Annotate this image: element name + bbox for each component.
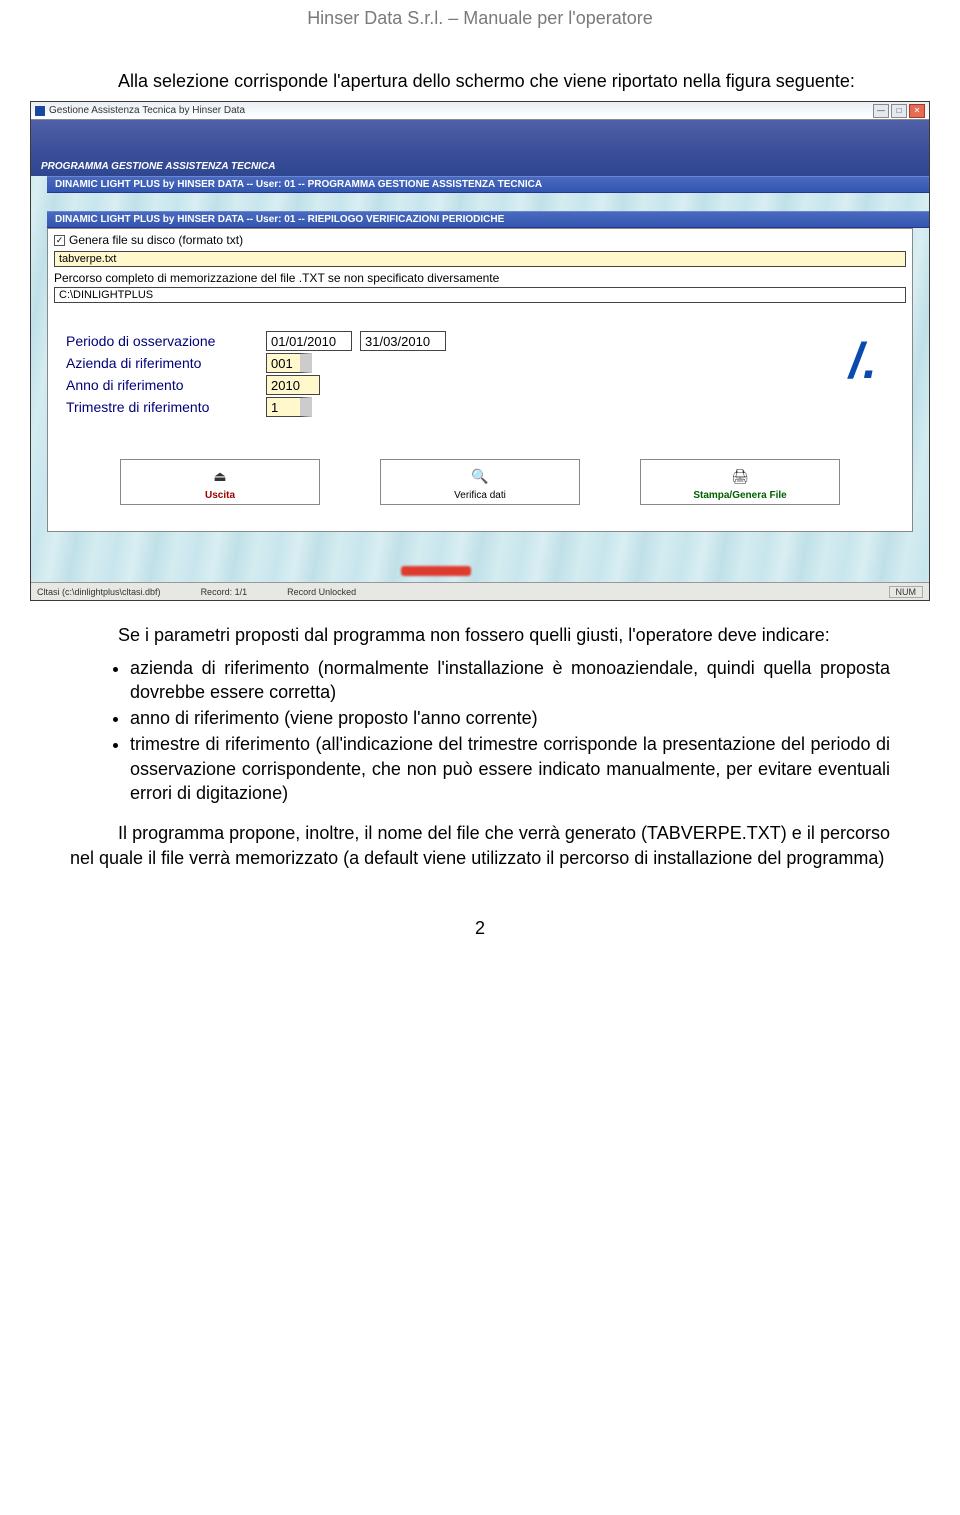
status-file: Cltasi (c:\dinlightplus\cltasi.dbf) xyxy=(37,587,161,597)
parameters-form: Periodo di osservazione 01/01/2010 31/03… xyxy=(48,313,912,449)
periodo-to-input[interactable]: 31/03/2010 xyxy=(360,331,446,351)
intro-paragraph: Alla selezione corrisponde l'apertura de… xyxy=(0,69,960,101)
path-input[interactable]: C:\DINLIGHTPLUS xyxy=(54,287,906,303)
stampa-button[interactable]: 🖨 Stampa/Genera File xyxy=(640,459,840,505)
generate-file-label: Genera file su disco (formato txt) xyxy=(69,233,243,247)
periodo-label: Periodo di osservazione xyxy=(66,333,266,349)
periodo-from-input[interactable]: 01/01/2010 xyxy=(266,331,352,351)
status-num: NUM xyxy=(889,586,924,598)
generate-file-checkbox[interactable]: ✓ xyxy=(54,235,65,246)
screenshot-figure: Gestione Assistenza Tecnica by Hinser Da… xyxy=(0,101,960,623)
form-panel: ✓ Genera file su disco (formato txt) tab… xyxy=(47,228,913,532)
list-item: azienda di riferimento (normalmente l'in… xyxy=(130,656,890,705)
path-label: Percorso completo di memorizzazione del … xyxy=(48,267,912,285)
menu-label[interactable]: PROGRAMMA GESTIONE ASSISTENZA TECNICA xyxy=(41,161,275,172)
list-item: anno di riferimento (viene proposto l'an… xyxy=(130,706,890,730)
filename-input[interactable]: tabverpe.txt xyxy=(54,251,906,267)
decorative-red-mark xyxy=(401,566,471,576)
maximize-button[interactable]: □ xyxy=(891,104,907,118)
background-footer-area: /. xyxy=(31,532,929,582)
main-menubar: PROGRAMMA GESTIONE ASSISTENZA TECNICA xyxy=(31,120,929,176)
paragraph-2: Se i parametri proposti dal programma no… xyxy=(0,623,960,655)
titlebar-text: Gestione Assistenza Tecnica by Hinser Da… xyxy=(49,105,245,116)
app-window: Gestione Assistenza Tecnica by Hinser Da… xyxy=(30,101,930,601)
window-subtitle-2: DINAMIC LIGHT PLUS by HINSER DATA -- Use… xyxy=(47,211,929,228)
minimize-button[interactable]: — xyxy=(873,104,889,118)
document-header: Hinser Data S.r.l. – Manuale per l'opera… xyxy=(0,0,960,69)
uscita-button-label: Uscita xyxy=(205,490,235,501)
azienda-label: Azienda di riferimento xyxy=(66,355,266,371)
status-record: Record: 1/1 xyxy=(201,587,248,597)
anno-input[interactable]: 2010 xyxy=(266,375,320,395)
window-subtitle-1: DINAMIC LIGHT PLUS by HINSER DATA -- Use… xyxy=(47,176,929,193)
decorative-slash-icon: /. xyxy=(849,332,889,372)
status-bar: Cltasi (c:\dinlightplus\cltasi.dbf) Reco… xyxy=(31,582,929,600)
titlebar: Gestione Assistenza Tecnica by Hinser Da… xyxy=(31,102,929,120)
azienda-select[interactable]: 001 xyxy=(266,353,312,373)
app-icon xyxy=(35,106,45,116)
close-button[interactable]: ✕ xyxy=(909,104,925,118)
paragraph-3: Il programma propone, inoltre, il nome d… xyxy=(0,807,960,878)
action-button-row: ⏏ Uscita 🔍 Verifica dati 🖨 Stampa/Genera… xyxy=(48,449,912,531)
print-icon: 🖨 xyxy=(731,468,749,485)
verify-icon: 🔍 xyxy=(471,468,488,485)
trimestre-select[interactable]: 1 xyxy=(266,397,312,417)
status-lock: Record Unlocked xyxy=(287,587,356,597)
bullet-list: azienda di riferimento (normalmente l'in… xyxy=(0,656,960,806)
uscita-button[interactable]: ⏏ Uscita xyxy=(120,459,320,505)
page-number: 2 xyxy=(0,878,960,949)
verifica-button-label: Verifica dati xyxy=(454,490,506,501)
trimestre-label: Trimestre di riferimento xyxy=(66,399,266,415)
stampa-button-label: Stampa/Genera File xyxy=(693,490,786,501)
list-item: trimestre di riferimento (all'indicazion… xyxy=(130,732,890,805)
verifica-button[interactable]: 🔍 Verifica dati xyxy=(380,459,580,505)
anno-label: Anno di riferimento xyxy=(66,377,266,393)
exit-icon: ⏏ xyxy=(213,468,226,485)
